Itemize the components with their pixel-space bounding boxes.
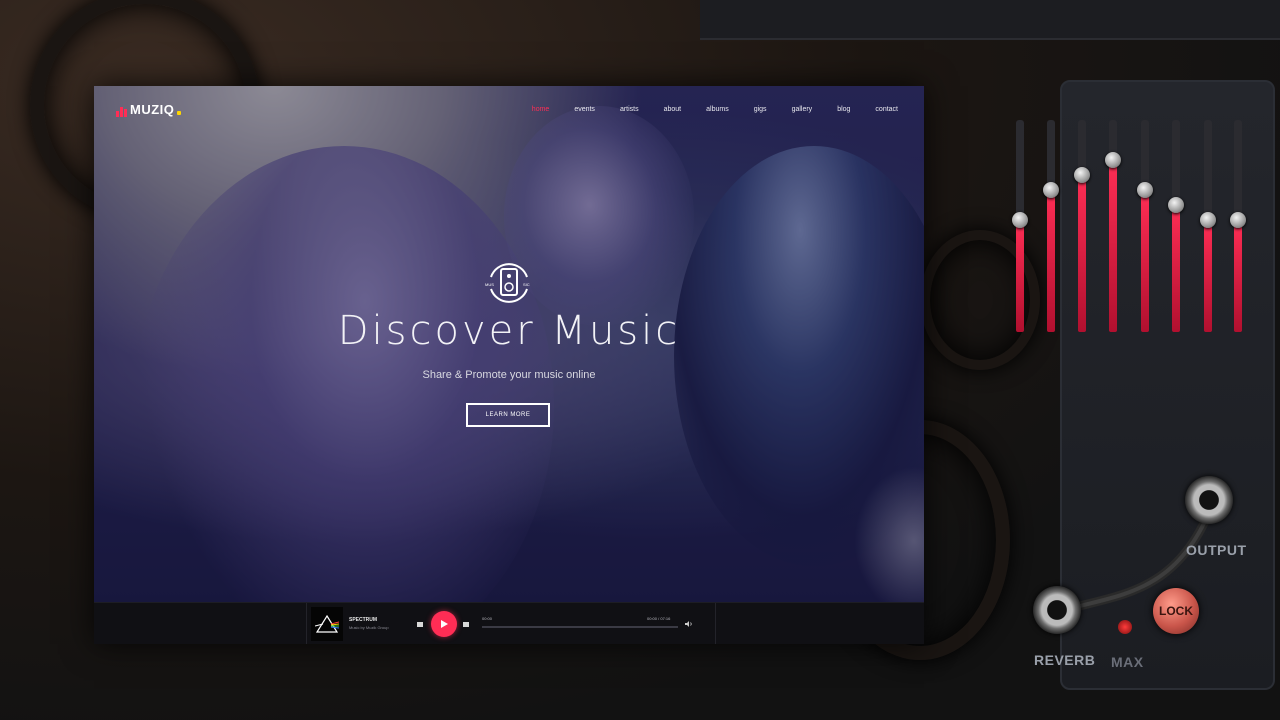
hero-section: MUZIQ home events artists about albums gigs ga…: [94, 86, 924, 602]
eq-slider-4[interactable]: [1105, 120, 1121, 332]
next-track-icon[interactable]: [463, 622, 469, 627]
logo-text: MUZIQ: [130, 102, 175, 117]
output-jack[interactable]: [1185, 476, 1233, 524]
reverb-jack[interactable]: [1033, 586, 1081, 634]
eq-slider-1[interactable]: [1012, 120, 1028, 332]
lock-button[interactable]: LOCK: [1153, 588, 1199, 634]
eq-slider-7[interactable]: [1200, 120, 1216, 332]
volume-icon[interactable]: [685, 620, 693, 628]
nav-item-events[interactable]: events: [574, 106, 595, 113]
player-controls: SPECTRUM Music by Muzik Group 00:00 00:0…: [306, 603, 716, 644]
rack-top-bar: [700, 0, 1280, 40]
album-art[interactable]: [311, 607, 343, 641]
eq-slider-fill: [1109, 160, 1117, 332]
nav-item-gallery[interactable]: gallery: [792, 106, 813, 113]
eq-slider-knob[interactable]: [1043, 182, 1059, 198]
nav-item-albums[interactable]: albums: [706, 106, 729, 113]
eq-slider-fill: [1204, 220, 1212, 332]
learn-more-button[interactable]: LEARN MORE: [466, 403, 550, 427]
progress-bar[interactable]: [482, 626, 678, 628]
hero-subtitle: Share & Promote your music online: [422, 369, 596, 381]
play-button[interactable]: [431, 611, 457, 637]
equalizer: [1008, 120, 1258, 332]
eq-slider-knob[interactable]: [1012, 212, 1028, 228]
eq-slider-fill: [1172, 205, 1180, 332]
track-artist: Music by Muzik Group: [349, 625, 389, 630]
eq-slider-fill: [1016, 220, 1024, 332]
eq-slider-knob[interactable]: [1168, 197, 1184, 213]
max-label: MAX: [1111, 654, 1144, 670]
max-indicator-led: [1118, 620, 1132, 634]
eq-slider-knob[interactable]: [1137, 182, 1153, 198]
nav-item-home[interactable]: home: [532, 106, 550, 113]
lock-button-label: LOCK: [1159, 604, 1193, 618]
logo-dot: [177, 111, 182, 115]
reverb-label: REVERB: [1034, 652, 1096, 668]
website-preview: MUZIQ home events artists about albums gigs ga…: [94, 86, 924, 644]
eq-slider-knob[interactable]: [1200, 212, 1216, 228]
nav-item-contact[interactable]: contact: [875, 106, 898, 113]
eq-slider-6[interactable]: [1168, 120, 1184, 332]
eq-slider-fill: [1047, 190, 1055, 332]
eq-slider-fill: [1141, 190, 1149, 332]
logo-bars-icon: [116, 105, 127, 117]
play-icon: [441, 620, 448, 628]
nav-item-blog[interactable]: blog: [837, 106, 850, 113]
eq-slider-5[interactable]: [1137, 120, 1153, 332]
hero-title: Discover Music: [337, 308, 681, 354]
output-label: OUTPUT: [1186, 542, 1247, 558]
time-total: 00:00 / 07:16: [647, 616, 671, 621]
eq-slider-2[interactable]: [1043, 120, 1059, 332]
nav-item-artists[interactable]: artists: [620, 106, 639, 113]
eq-slider-knob[interactable]: [1074, 167, 1090, 183]
nav-menu: home events artists about albums gigs gallery b…: [507, 106, 898, 113]
track-title: SPECTRUM: [349, 617, 378, 623]
eq-slider-knob[interactable]: [1230, 212, 1246, 228]
eq-slider-3[interactable]: [1074, 120, 1090, 332]
eq-slider-8[interactable]: [1230, 120, 1246, 332]
previous-track-icon[interactable]: [417, 622, 423, 627]
nav-item-gigs[interactable]: gigs: [754, 106, 767, 113]
prism-icon: [315, 614, 339, 633]
eq-slider-fill: [1234, 220, 1242, 332]
music-player: SPECTRUM Music by Muzik Group 00:00 00:0…: [94, 602, 924, 644]
site-logo[interactable]: MUZIQ: [116, 102, 182, 117]
eq-slider-knob[interactable]: [1105, 152, 1121, 168]
top-nav: MUZIQ home events artists about albums gigs ga…: [94, 86, 924, 134]
speaker-logo-icon: MUS SIC: [485, 263, 530, 303]
time-current: 00:00: [482, 616, 493, 621]
svg-text:SIC: SIC: [523, 282, 530, 287]
eq-slider-fill: [1078, 175, 1086, 332]
svg-text:MUS: MUS: [485, 282, 494, 287]
nav-item-about[interactable]: about: [664, 106, 682, 113]
